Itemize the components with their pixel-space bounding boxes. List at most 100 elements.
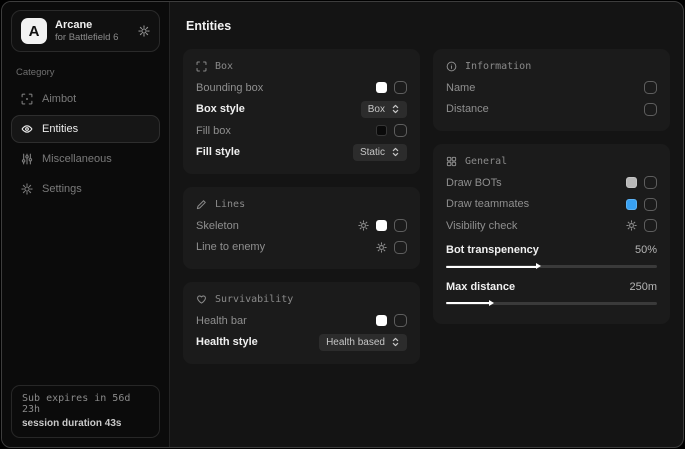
setting-row-fill-style: Fill style Static: [196, 142, 407, 164]
setting-row-fill-box: Fill box: [196, 120, 407, 142]
survivability-card: Survivability Health bar Health style He…: [183, 282, 420, 364]
general-card: General Draw BOTs Draw teammates: [433, 144, 670, 324]
checkbox[interactable]: [394, 81, 407, 94]
checkbox[interactable]: [394, 219, 407, 232]
subscription-info: Sub expires in 56d 23h session duration …: [11, 385, 160, 438]
right-column: Information Name Distance: [433, 49, 670, 324]
card-title: Information: [465, 61, 531, 72]
slider-fill[interactable]: [446, 266, 537, 268]
left-column: Box Bounding box Box style Box: [183, 49, 420, 364]
setting-row-health-style: Health style Health based: [196, 332, 407, 354]
setting-label: Name: [446, 82, 475, 94]
brand-card: A Arcane for Battlefield 6: [11, 10, 160, 52]
setting-label: Fill style: [196, 146, 240, 158]
setting-label: Health style: [196, 336, 258, 348]
setting-label: Bot transpenency: [446, 244, 539, 256]
color-swatch[interactable]: [376, 82, 387, 93]
checkbox[interactable]: [394, 314, 407, 327]
category-label: Category: [16, 67, 155, 78]
setting-label: Visibility check: [446, 220, 517, 232]
checkbox[interactable]: [644, 103, 657, 116]
checkbox[interactable]: [394, 241, 407, 254]
card-header: Lines: [196, 196, 407, 215]
color-swatch[interactable]: [376, 315, 387, 326]
sidebar-item-entities[interactable]: Entities: [11, 115, 160, 143]
checkbox[interactable]: [644, 176, 657, 189]
max-distance-slider[interactable]: [446, 302, 657, 305]
color-swatch[interactable]: [376, 220, 387, 231]
slider-fill[interactable]: [446, 302, 490, 304]
setting-label: Fill box: [196, 125, 231, 137]
setting-row-name: Name: [446, 77, 657, 99]
sidebar-item-aimbot[interactable]: Aimbot: [11, 85, 160, 113]
dropdown-value: Box: [368, 104, 385, 115]
grid-icon: [446, 156, 457, 167]
setting-row-max-distance: Max distance 250m: [446, 276, 657, 298]
lines-card: Lines Skeleton Line to enemy: [183, 187, 420, 269]
heart-icon: [196, 294, 207, 305]
card-header: Information: [446, 58, 657, 77]
sidebar-item-miscellaneous[interactable]: Miscellaneous: [11, 145, 160, 173]
sub-expiry-text: Sub expires in 56d 23h: [22, 393, 149, 415]
color-swatch[interactable]: [376, 125, 387, 136]
info-icon: [446, 61, 457, 72]
setting-row-bot-transparency: Bot transpenency 50%: [446, 240, 657, 262]
setting-label: Max distance: [446, 281, 515, 293]
sidebar-item-settings[interactable]: Settings: [11, 175, 160, 203]
bot-transparency-slider[interactable]: [446, 265, 657, 268]
setting-label: Skeleton: [196, 220, 239, 232]
sidebar-nav: Aimbot Entities Miscellaneous Settings: [11, 85, 160, 205]
dropdown-value: Health based: [326, 337, 385, 348]
setting-label: Draw BOTs: [446, 177, 502, 189]
card-title: General: [465, 156, 507, 167]
gear-icon[interactable]: [138, 25, 150, 37]
gear-icon: [21, 183, 33, 195]
checkbox[interactable]: [394, 124, 407, 137]
checkbox[interactable]: [644, 81, 657, 94]
card-header: General: [446, 153, 657, 172]
setting-row-distance: Distance: [446, 99, 657, 121]
crosshair-icon: [21, 93, 33, 105]
setting-label: Distance: [446, 103, 489, 115]
card-header: Survivability: [196, 291, 407, 310]
dropdown-value: Static: [360, 147, 385, 158]
card-title: Box: [215, 61, 233, 72]
information-card: Information Name Distance: [433, 49, 670, 131]
card-title: Survivability: [215, 294, 293, 305]
setting-row-line-to-enemy: Line to enemy: [196, 237, 407, 259]
app-name: Arcane: [55, 19, 118, 31]
setting-label: Health bar: [196, 315, 247, 327]
gear-icon[interactable]: [376, 242, 387, 253]
setting-row-draw-teammates: Draw teammates: [446, 194, 657, 216]
health-style-dropdown[interactable]: Health based: [319, 334, 407, 351]
box-card: Box Bounding box Box style Box: [183, 49, 420, 174]
app-logo: A: [21, 18, 47, 44]
box-style-dropdown[interactable]: Box: [361, 101, 407, 118]
sliders-icon: [21, 153, 33, 165]
logo-letter: A: [29, 23, 40, 40]
gear-icon[interactable]: [626, 220, 637, 231]
setting-row-box-style: Box style Box: [196, 99, 407, 121]
setting-row-visibility-check: Visibility check: [446, 215, 657, 237]
sidebar: A Arcane for Battlefield 6 Category Aimb…: [2, 2, 170, 447]
color-swatch[interactable]: [626, 177, 637, 188]
checkbox[interactable]: [644, 219, 657, 232]
card-title: Lines: [215, 199, 245, 210]
setting-row-bounding-box: Bounding box: [196, 77, 407, 99]
app-subtitle: for Battlefield 6: [55, 32, 118, 43]
fill-style-dropdown[interactable]: Static: [353, 144, 407, 161]
setting-row-draw-bots: Draw BOTs: [446, 172, 657, 194]
chevron-up-down-icon: [391, 337, 400, 347]
slider-value: 250m: [629, 281, 657, 293]
setting-row-health-bar: Health bar: [196, 310, 407, 332]
chevron-up-down-icon: [391, 147, 400, 157]
eye-icon: [21, 123, 33, 135]
sidebar-item-label: Entities: [42, 123, 78, 135]
checkbox[interactable]: [644, 198, 657, 211]
sidebar-item-label: Settings: [42, 183, 82, 195]
session-duration-text: session duration 43s: [22, 418, 149, 429]
card-columns: Box Bounding box Box style Box: [183, 49, 670, 364]
setting-label: Line to enemy: [196, 241, 265, 253]
gear-icon[interactable]: [358, 220, 369, 231]
color-swatch[interactable]: [626, 199, 637, 210]
